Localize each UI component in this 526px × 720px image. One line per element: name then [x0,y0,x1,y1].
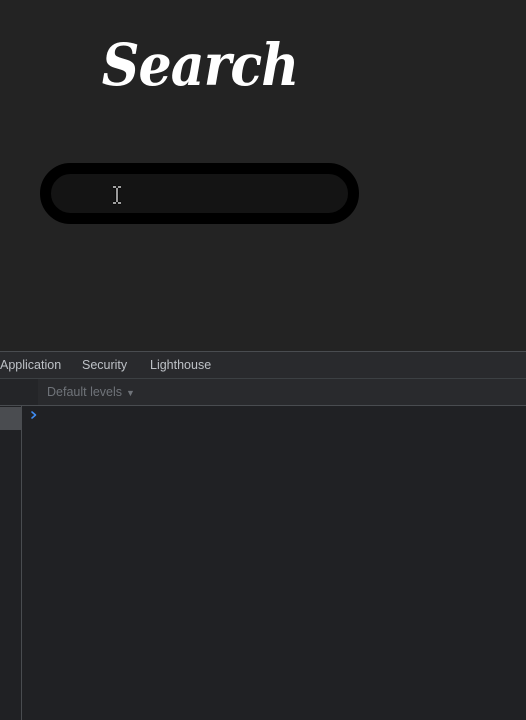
screen: Search Application Security Lighthouse D… [0,0,526,720]
tab-lighthouse[interactable]: Lighthouse [150,352,211,378]
chevron-right-icon [31,411,37,419]
sidebar-selected-item[interactable] [0,407,21,430]
tab-security[interactable]: Security [82,352,127,378]
log-levels-label: Default levels [47,385,123,399]
toolbar-sidebar-section [0,379,38,405]
web-page: Search [0,0,526,351]
text-cursor-icon [113,185,121,205]
dropdown-arrow-icon: ▼ [126,388,135,398]
console-output[interactable] [22,406,526,720]
search-input[interactable] [40,163,359,224]
page-title: Search [101,31,299,99]
log-levels-dropdown[interactable]: Default levels ▼ [47,379,135,405]
console-toolbar: Default levels ▼ [0,379,526,406]
devtools-panel: Application Security Lighthouse Default … [0,351,526,720]
console-sidebar [0,406,22,720]
devtools-tab-bar: Application Security Lighthouse [0,352,526,379]
tab-application[interactable]: Application [0,352,61,378]
